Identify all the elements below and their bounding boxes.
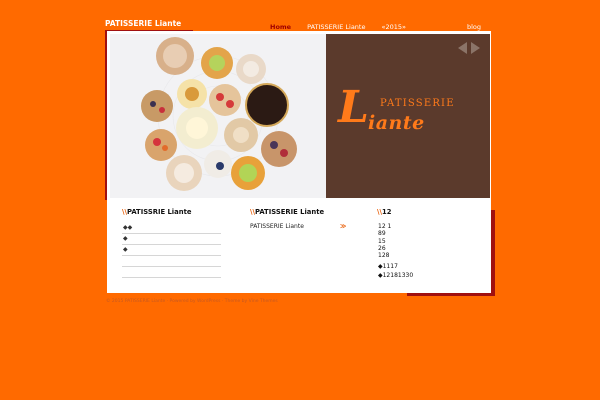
slider-next-arrow-icon[interactable]: [471, 42, 480, 54]
column-3-extra: ◆12181330: [378, 272, 414, 279]
column-2-heading: \\PATISSERIE Liante: [250, 208, 324, 216]
brand-logo-script: iante: [368, 112, 425, 134]
nav-2015[interactable]: «2015»: [373, 23, 414, 31]
column-3-line: 15: [378, 238, 386, 245]
divider: [122, 277, 221, 278]
column-1-heading: \\PATISSRIE Liante: [122, 208, 191, 216]
column-3-line: 12 1: [378, 223, 392, 230]
column-2-link[interactable]: PATISSERIE Liante: [250, 223, 304, 230]
nav-home[interactable]: Home: [262, 23, 299, 31]
divider: [122, 266, 221, 267]
more-arrow-icon[interactable]: ≫: [340, 223, 346, 230]
nav-blog[interactable]: blog: [467, 23, 481, 31]
site-title[interactable]: PATISSERIE Liante: [105, 19, 181, 28]
divider: [122, 255, 221, 256]
slider-prev-arrow-icon[interactable]: [458, 42, 467, 54]
column-2-heading-text: PATISSERIE Liante: [254, 208, 325, 216]
main-nav: Home PATISSERIE Liante «2015»: [262, 23, 414, 31]
footer-credit: © 2015 PATISSERIE Liante · Powered by Wo…: [106, 299, 278, 304]
brand-logo-word: PATISSERIE: [380, 98, 455, 109]
column-1-item[interactable]: ◆: [123, 235, 128, 242]
column-3-heading: \\12: [377, 208, 391, 216]
column-1-item[interactable]: ◆: [123, 246, 128, 253]
column-3-extra: ◆1117: [378, 263, 398, 270]
nav-patisserie-liante[interactable]: PATISSERIE Liante: [299, 23, 373, 31]
hero-pastry-photo: [110, 34, 326, 198]
column-1-heading-text: PATISSRIE Liante: [126, 208, 192, 216]
column-3-heading-text: 12: [381, 208, 392, 216]
column-3-line: 26: [378, 245, 386, 252]
column-1-item[interactable]: ◆◆: [123, 224, 132, 231]
brand-logo-initial: L: [338, 82, 369, 133]
divider: [122, 244, 221, 245]
column-3-line: 128: [378, 252, 390, 259]
column-3-line: 89: [378, 230, 386, 237]
divider: [122, 233, 221, 234]
